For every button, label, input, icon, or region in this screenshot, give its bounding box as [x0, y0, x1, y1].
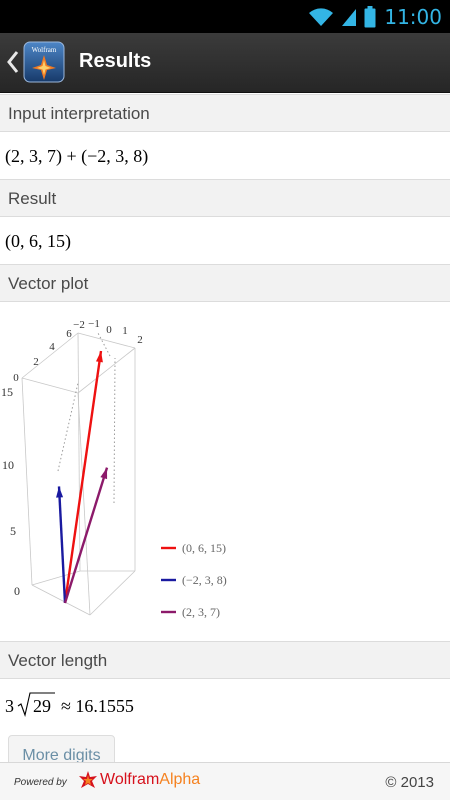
- svg-text:(0, 6, 15): (0, 6, 15): [182, 541, 226, 555]
- vector-plot[interactable]: −2 −1 0 12 0246 051015 (0, 6, 15)(−2, 3, 8)…: [0, 303, 450, 640]
- svg-text:≈ 16.1555: ≈ 16.1555: [61, 696, 134, 716]
- vector-arrow: [56, 486, 67, 604]
- svg-text:29: 29: [33, 696, 51, 716]
- vector-arrow: [63, 467, 109, 604]
- z-tick-label: 0: [14, 584, 20, 598]
- status-bar: 11:00: [0, 0, 450, 33]
- footer-bar: Powered by WolframAlpha © 2013: [0, 762, 450, 800]
- z-tick-label: 15: [1, 385, 13, 399]
- pod-title: Vector length: [8, 651, 108, 670]
- pod-title: Result: [8, 189, 57, 208]
- x-tick-label: −1: [88, 318, 100, 330]
- result-value[interactable]: (0, 6, 15): [5, 231, 71, 252]
- status-time: 11:00: [384, 4, 442, 29]
- back-chevron-icon[interactable]: [4, 47, 22, 77]
- svg-text:(2, 3, 7): (2, 3, 7): [182, 605, 220, 619]
- z-tick-label: 5: [10, 524, 16, 538]
- wolframalpha-spikey-icon: [79, 771, 97, 788]
- x-tick-label: 2: [137, 334, 143, 346]
- copyright-text: © 2013: [385, 774, 434, 791]
- plot-box: [21, 332, 136, 616]
- legend-item: (2, 3, 7): [161, 605, 220, 619]
- x-tick-label: −2: [73, 319, 85, 331]
- pod-header-result: Result: [0, 179, 450, 217]
- svg-text:(−2, 3, 8): (−2, 3, 8): [182, 573, 227, 587]
- x-tick-label: 1: [122, 325, 128, 337]
- pod-header-vector-length: Vector length: [0, 641, 450, 679]
- pod-header-input: Input interpretation: [0, 94, 450, 132]
- input-expression[interactable]: (2, 3, 7) + (−2, 3, 8): [5, 146, 148, 167]
- y-tick-label: 4: [49, 341, 55, 353]
- svg-text:Wolfram: Wolfram: [32, 46, 57, 54]
- battery-icon: [364, 5, 376, 27]
- powered-by-label: Powered by: [14, 777, 67, 788]
- pod-header-vector-plot: Vector plot: [0, 264, 450, 302]
- legend-item: (0, 6, 15): [161, 541, 226, 555]
- y-tick-label: 2: [33, 356, 39, 368]
- signal-icon: [342, 8, 357, 26]
- pod-title: Input interpretation: [8, 104, 150, 123]
- page-title: Results: [79, 50, 152, 72]
- y-tick-label: 0: [13, 372, 19, 384]
- x-tick-label: 0: [106, 324, 112, 336]
- vector-length-value[interactable]: 3 29 ≈ 16.1555: [3, 690, 163, 720]
- y-tick-label: 6: [66, 328, 72, 340]
- wolframalpha-brand[interactable]: WolframAlpha: [100, 771, 200, 789]
- status-icons: 11:00: [308, 4, 442, 29]
- wolfram-app-logo[interactable]: Wolfram: [23, 41, 65, 83]
- pod-title: Vector plot: [8, 274, 89, 293]
- action-bar: Wolfram Results: [0, 33, 450, 93]
- legend-item: (−2, 3, 8): [161, 573, 227, 587]
- wifi-icon: [309, 7, 334, 26]
- svg-text:3: 3: [5, 696, 14, 716]
- z-tick-label: 10: [2, 458, 14, 472]
